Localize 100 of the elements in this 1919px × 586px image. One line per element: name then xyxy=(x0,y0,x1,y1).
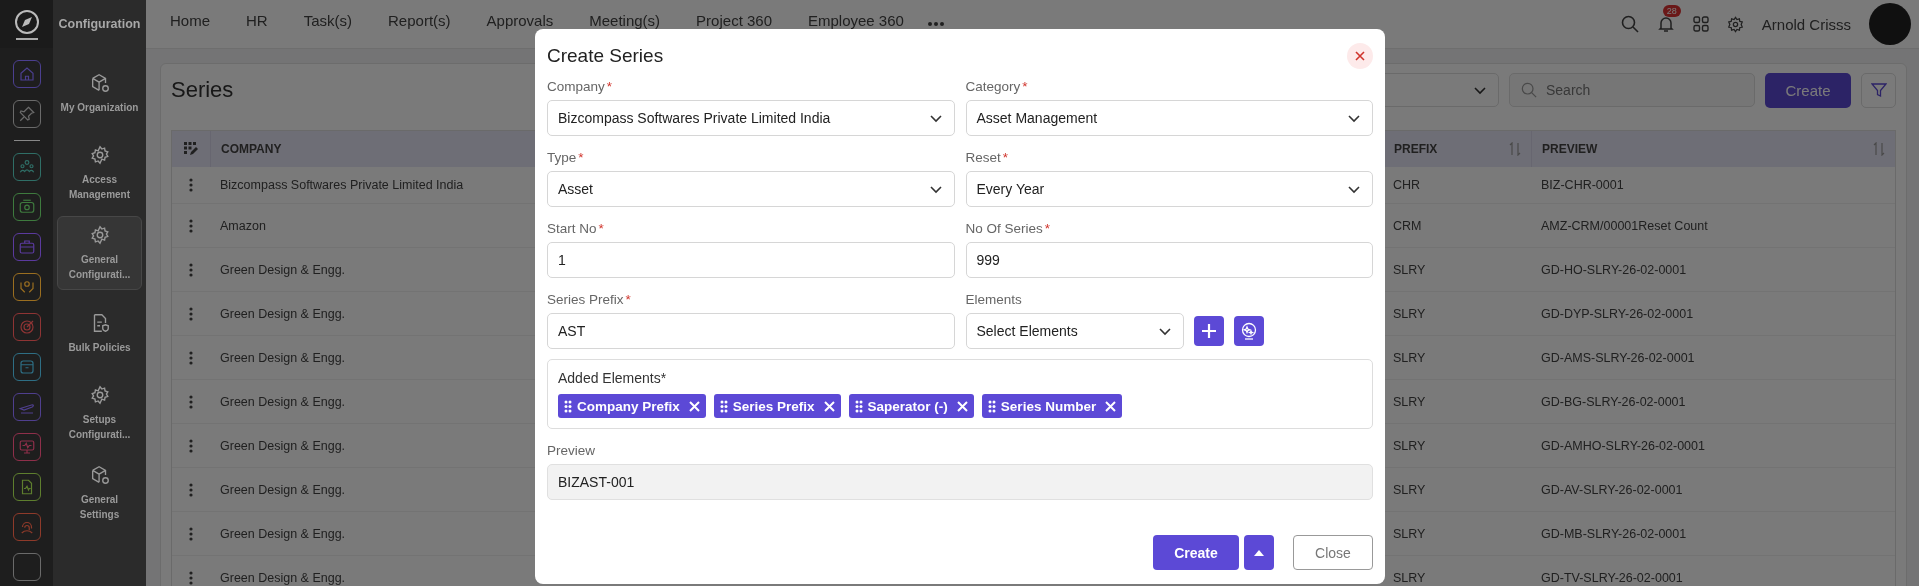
sort-icon[interactable] xyxy=(1873,142,1885,156)
split-menu-button[interactable] xyxy=(1244,535,1274,570)
preview-field: BIZAST-001 xyxy=(547,464,1373,500)
module-button[interactable] xyxy=(12,153,41,181)
field-label: Elements xyxy=(965,292,1023,307)
page-title: Series xyxy=(171,77,234,103)
plus-icon xyxy=(1201,324,1216,338)
table-cell-text: Green Design & Engg. xyxy=(219,570,347,585)
close-button[interactable]: Close xyxy=(1293,535,1373,570)
user-avatar[interactable] xyxy=(1869,3,1911,45)
drag-handle-icon[interactable] xyxy=(719,399,728,413)
table-cell-text: GD-AMHO-SLRY-26-02-0001 xyxy=(1540,438,1706,453)
element-chip[interactable]: Saperator (-) xyxy=(848,394,974,418)
field-label: Preview xyxy=(547,443,596,458)
config-menu-item[interactable]: My Organization xyxy=(57,56,142,130)
table-cell-text: SLRY xyxy=(1392,570,1427,585)
search-icon[interactable] xyxy=(1620,15,1639,33)
create-button[interactable]: Create xyxy=(1153,535,1239,570)
module-button[interactable] xyxy=(12,193,41,221)
more-icon[interactable] xyxy=(927,21,944,27)
sort-icon[interactable] xyxy=(1509,142,1521,156)
remove-icon[interactable] xyxy=(823,400,835,412)
filter-button[interactable] xyxy=(1861,72,1896,108)
nav-link[interactable]: Home xyxy=(170,12,228,29)
nav-link[interactable]: Project 360 xyxy=(696,12,790,29)
table-cell-text: GD-DYP-SLRY-26-02-0001 xyxy=(1540,306,1695,321)
caret-up-icon xyxy=(1254,549,1264,556)
create-button[interactable]: Create xyxy=(1765,72,1851,108)
config-menu-item[interactable]: Bulk Policies xyxy=(57,296,142,370)
module-button[interactable] xyxy=(12,393,41,421)
config-menu-item[interactable]: Setups Configurati... xyxy=(57,376,142,450)
remove-icon[interactable] xyxy=(688,400,700,412)
select-field[interactable]: Asset xyxy=(547,171,955,207)
nav-link[interactable]: Task(s) xyxy=(303,12,371,29)
nav-link[interactable]: Employee 360 xyxy=(808,12,922,29)
module-button[interactable] xyxy=(12,433,41,461)
module-button[interactable] xyxy=(12,273,41,301)
drag-handle-icon[interactable] xyxy=(987,399,996,413)
input-field[interactable]: 999 xyxy=(965,242,1373,278)
settings-icon[interactable] xyxy=(1726,15,1744,33)
kebab-icon xyxy=(189,526,193,541)
kebab-icon xyxy=(189,438,193,453)
input-field[interactable]: 1 xyxy=(547,242,955,278)
module-button[interactable] xyxy=(12,553,41,581)
kebab-icon xyxy=(189,394,193,409)
drag-handle-icon[interactable] xyxy=(564,399,572,413)
module-button[interactable] xyxy=(12,313,41,341)
table-cell-text: SLRY xyxy=(1392,306,1427,321)
select-field[interactable]: Every Year xyxy=(965,171,1373,207)
field-label: Start No* xyxy=(547,221,605,236)
close-button[interactable] xyxy=(1347,43,1373,69)
module-button[interactable] xyxy=(12,513,41,541)
select-field[interactable]: Asset Management xyxy=(965,100,1373,136)
input-field[interactable]: AST xyxy=(547,313,955,349)
table-cell-text: GD-BG-SLRY-26-02-0001 xyxy=(1540,394,1687,409)
module-button[interactable] xyxy=(12,100,41,128)
nav-link[interactable]: Report(s) xyxy=(388,12,469,29)
config-menu-item[interactable]: General Settings xyxy=(57,456,142,530)
nav-link[interactable]: Approvals xyxy=(486,12,572,29)
module-button[interactable] xyxy=(12,353,41,381)
table-cell-text: Green Design & Engg. xyxy=(219,438,347,453)
table-cell-text: Bizcompass Softwares Private Limited India xyxy=(219,178,465,192)
field-label: Category* xyxy=(965,79,1029,94)
table-cell-text: Green Design & Engg. xyxy=(219,482,347,497)
kebab-icon xyxy=(189,262,193,277)
close-icon xyxy=(1355,51,1365,61)
bell-icon[interactable] xyxy=(1656,15,1675,33)
add-button[interactable] xyxy=(1193,316,1224,346)
module-button[interactable] xyxy=(12,60,41,88)
table-cell-text: SLRY xyxy=(1392,482,1427,497)
drag-handle-icon[interactable] xyxy=(854,399,863,413)
select-field[interactable]: Select Elements xyxy=(965,313,1184,349)
user-name[interactable]: Arnold Crisss xyxy=(1761,15,1851,33)
table-cell-text: CRM xyxy=(1392,218,1423,233)
nav-link[interactable]: Meeting(s) xyxy=(589,12,679,29)
nav-link[interactable]: HR xyxy=(246,12,286,29)
element-chip[interactable]: Series Prefix xyxy=(713,394,841,418)
columns-icon[interactable] xyxy=(184,142,198,156)
element-chip[interactable]: Series Number xyxy=(981,394,1123,418)
compass-logo-icon[interactable] xyxy=(13,8,40,35)
sparkle-button[interactable] xyxy=(1233,316,1264,346)
module-button[interactable] xyxy=(12,233,41,261)
remove-icon[interactable] xyxy=(956,400,968,412)
table-cell-text: Green Design & Engg. xyxy=(219,350,347,365)
field-label: Company* xyxy=(547,79,614,94)
select-field[interactable]: Bizcompass Softwares Private Limited India xyxy=(547,100,955,136)
table-cell-text: Green Design & Engg. xyxy=(219,262,347,277)
table-cell-text: GD-HO-SLRY-26-02-0001 xyxy=(1540,262,1688,277)
remove-icon[interactable] xyxy=(1105,400,1117,412)
module-button[interactable] xyxy=(12,473,41,501)
apps-grid-icon[interactable] xyxy=(1692,16,1709,32)
kebab-icon xyxy=(189,482,193,497)
table-cell-text: Green Design & Engg. xyxy=(219,394,347,409)
kebab-icon xyxy=(189,218,193,233)
config-menu-item[interactable]: Access Management xyxy=(57,136,142,210)
field-label: No Of Series* xyxy=(965,221,1052,236)
config-menu-item[interactable]: General Configurati... xyxy=(57,216,142,290)
search-field[interactable]: Search xyxy=(1509,73,1755,107)
column-header[interactable]: PREVIEW xyxy=(1531,131,1895,167)
element-chip[interactable]: Company Prefix xyxy=(558,394,706,418)
